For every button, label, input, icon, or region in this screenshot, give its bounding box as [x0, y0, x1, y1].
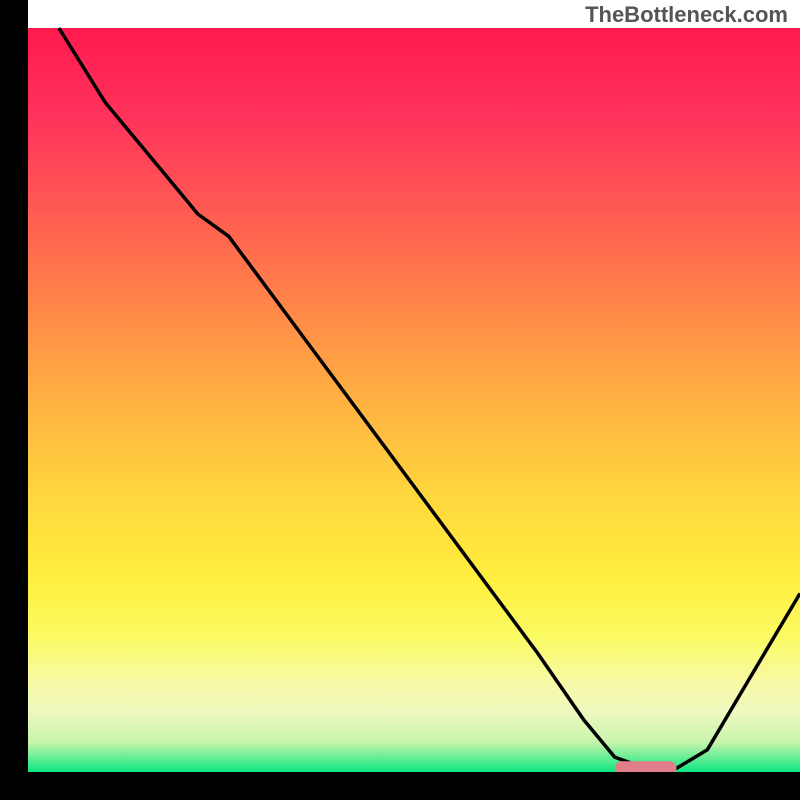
chart-container: TheBottleneck.com	[0, 0, 800, 800]
gradient-background	[28, 28, 800, 772]
x-axis	[0, 772, 800, 800]
chart-svg	[0, 0, 800, 800]
attribution-text: TheBottleneck.com	[585, 2, 788, 28]
y-axis	[0, 0, 28, 800]
plot-area	[28, 28, 800, 775]
